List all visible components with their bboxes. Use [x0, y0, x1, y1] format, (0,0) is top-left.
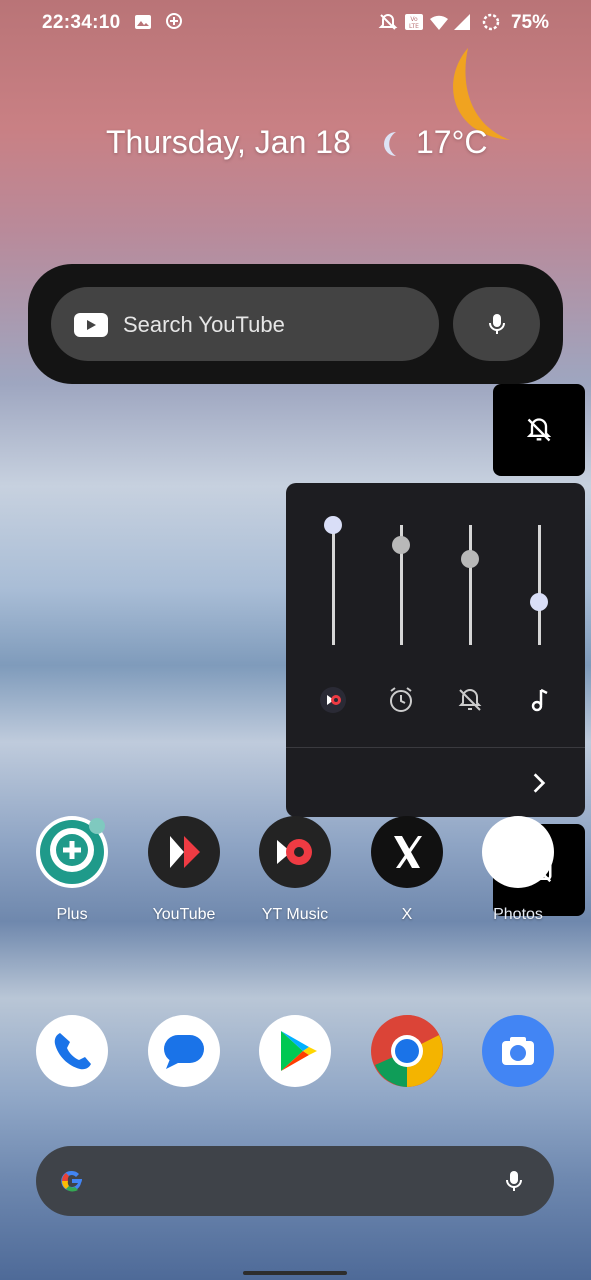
camera-icon	[502, 1037, 534, 1065]
phone-icon	[54, 1033, 91, 1070]
signal-icon	[454, 14, 470, 30]
dock-chrome[interactable]	[371, 1015, 443, 1087]
volume-slider-track[interactable]	[538, 525, 541, 645]
google-search-bar[interactable]	[36, 1146, 554, 1216]
music-note-icon[interactable]	[524, 685, 554, 715]
notification-off-icon[interactable]	[455, 685, 485, 715]
google-logo	[61, 1170, 82, 1192]
youtube-logo-icon	[74, 313, 108, 337]
dock-play-store[interactable]	[259, 1015, 331, 1087]
battery-saver-icon	[482, 13, 500, 31]
app-label-x: X	[401, 906, 413, 923]
youtube-music-icon[interactable]	[318, 685, 348, 715]
youtube-mic-button[interactable]	[453, 287, 540, 361]
dock-phone[interactable]	[36, 1015, 108, 1087]
moon-icon	[384, 132, 396, 156]
navigation-handle[interactable]	[243, 1271, 347, 1275]
bell-off-icon	[378, 13, 398, 30]
notification-dot	[89, 818, 105, 834]
volte-icon: VoLTE	[405, 14, 423, 30]
ringer-mode-button[interactable]	[493, 384, 585, 476]
volume-slider-thumb[interactable]	[461, 549, 479, 568]
app-yt-music[interactable]	[259, 816, 331, 888]
mic-icon	[489, 314, 505, 334]
volume-slider-track[interactable]	[469, 525, 472, 645]
volume-slider-thumb[interactable]	[530, 592, 548, 611]
bell-off-icon	[526, 418, 552, 442]
volume-panel	[286, 483, 585, 817]
image-icon	[135, 15, 151, 29]
chevron-right-icon[interactable]	[526, 770, 552, 796]
temperature-text[interactable]: 17°C	[416, 124, 488, 161]
app-label-photos: Photos	[493, 906, 543, 923]
youtube-search-placeholder[interactable]: Search YouTube	[123, 312, 285, 338]
location-plus-icon	[166, 13, 182, 29]
status-time: 22:34:10	[42, 12, 121, 33]
app-youtube[interactable]	[148, 816, 220, 888]
alarm-icon[interactable]	[386, 685, 416, 715]
date-text[interactable]: Thursday, Jan 18	[106, 124, 351, 161]
svg-text:LTE: LTE	[409, 23, 419, 30]
volume-slider-track[interactable]	[332, 525, 335, 645]
volume-slider-thumb[interactable]	[392, 536, 410, 555]
dock-messages[interactable]	[148, 1015, 220, 1087]
app-label-youtube: YouTube	[152, 906, 216, 923]
app-label-yt-music: YT Music	[261, 906, 329, 923]
app-label-plus: Plus	[56, 906, 88, 923]
app-x[interactable]	[371, 816, 443, 888]
youtube-icon	[170, 836, 200, 868]
battery-percent: 75%	[510, 12, 549, 33]
volume-slider-thumb[interactable]	[324, 516, 342, 534]
wifi-icon	[430, 15, 448, 30]
dock-camera[interactable]	[482, 1015, 554, 1087]
yt-music-icon	[277, 839, 312, 865]
svg-text:Vo: Vo	[410, 16, 418, 23]
play-store-icon	[281, 1031, 317, 1071]
panel-divider	[286, 747, 585, 748]
chrome-icon	[371, 1015, 443, 1087]
x-icon	[394, 836, 422, 868]
app-photos[interactable]	[482, 816, 554, 888]
mic-icon[interactable]	[502, 1166, 526, 1196]
messages-icon	[164, 1035, 204, 1069]
